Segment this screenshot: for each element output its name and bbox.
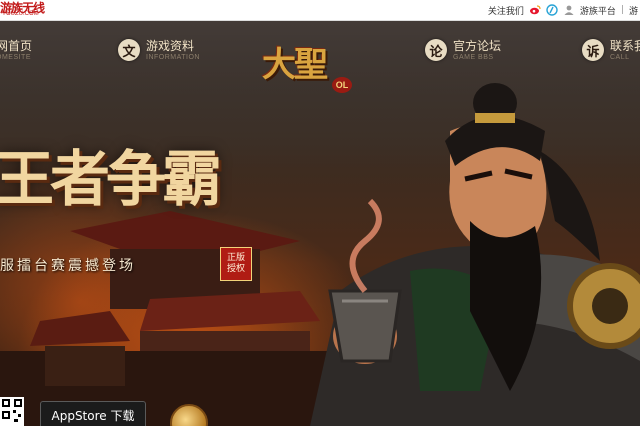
youzu-platform-link[interactable]: 游族平台 [580, 4, 616, 17]
nav-forum[interactable]: 论 官方论坛 GAME BBS [425, 39, 501, 62]
top-bar: 游族无线 YOUZU.COM 关注我们 游族平台 | 游 [0, 0, 640, 21]
weibo-icon[interactable] [529, 4, 541, 16]
appstore-download-button[interactable]: AppStore 下载 [40, 401, 146, 426]
slogan-title: 王者争霸 [0, 145, 222, 215]
tencent-weibo-icon[interactable] [546, 4, 558, 16]
follow-us-label: 关注我们 [487, 6, 524, 17]
site-domain: YOUZU.COM [2, 11, 39, 17]
nav-game-info-label: 游戏资料 [146, 39, 195, 53]
nav-game-info-en: INFORMATION [146, 54, 200, 61]
site-logo[interactable]: 游族无线 YOUZU.COM [0, 0, 58, 20]
forum-badge-icon: 论 [425, 39, 447, 61]
nav-home-en: OMESITE [0, 54, 32, 61]
contact-badge-icon: 诉 [582, 39, 604, 61]
user-icon[interactable] [563, 4, 575, 16]
nav-contact[interactable]: 诉 联系我 CALL [582, 39, 640, 62]
nav-game-info[interactable]: 文 游戏资料 INFORMATION [118, 39, 200, 62]
nav-home-label: 网首页 [0, 39, 33, 53]
hero-banner: 网首页 OMESITE 文 游戏资料 INFORMATION 论 官方论坛 GA… [0, 21, 640, 426]
nav-contact-label: 联系我 [610, 39, 640, 53]
qr-code [0, 397, 24, 426]
nav-home[interactable]: 网首页 OMESITE [0, 39, 32, 62]
slogan-subtitle: 服擂台赛震撼登场 [0, 258, 136, 274]
top-links: 关注我们 游族平台 | 游 [488, 0, 640, 20]
official-license-seal: 正版 授权 [220, 247, 252, 281]
truncated-link[interactable]: 游 [629, 4, 638, 17]
nav-forum-label: 官方论坛 [453, 39, 502, 53]
general-character-art [310, 83, 640, 426]
separator: | [620, 5, 624, 15]
info-badge-icon: 文 [118, 39, 140, 61]
